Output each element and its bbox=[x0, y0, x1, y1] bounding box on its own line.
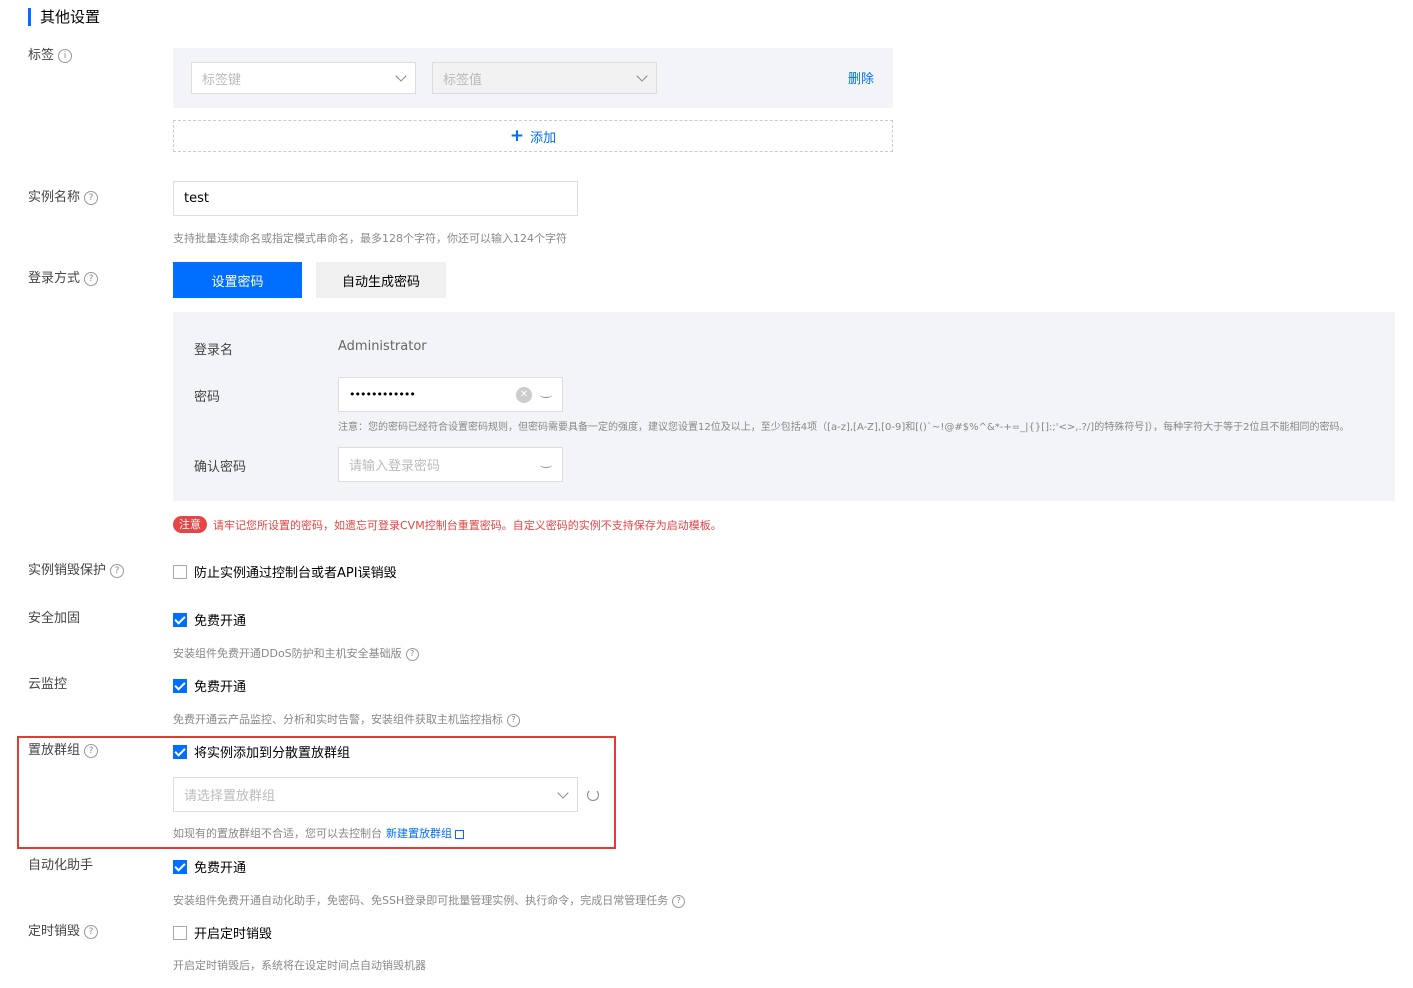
password-rule-hint: 注意：您的密码已经符合设置密码规则，但密码需要具备一定的强度，建议您设置12位及… bbox=[338, 422, 1350, 433]
password-input[interactable]: •••••••••••• ✕ bbox=[338, 377, 563, 412]
instance-name-hint: 支持批量连续命名或指定模式串命名，最多128个字符，你还可以输入124个字符 bbox=[173, 232, 567, 245]
placement-label: 将实例添加到分散置放群组 bbox=[194, 746, 351, 761]
label-scheduled-destroy-text: 定时销毁 bbox=[28, 924, 81, 939]
checkbox-unchecked[interactable] bbox=[173, 925, 187, 940]
password-note: 注意 请牢记您所设置的密码，如遗忘可登录CVM控制台重置密码。自定义密码的实例不… bbox=[173, 516, 722, 533]
username-value: Administrator bbox=[338, 339, 427, 354]
refresh-icon[interactable] bbox=[587, 789, 599, 801]
label-login-method: 登录方式 ? bbox=[28, 270, 99, 288]
username-label: 登录名 bbox=[194, 343, 234, 358]
help-icon[interactable]: ? bbox=[110, 564, 125, 578]
label-tag: 标签 i bbox=[28, 47, 73, 65]
placement-checkbox[interactable]: 将实例添加到分散置放群组 bbox=[173, 742, 350, 761]
tag-key-select[interactable]: 标签键 bbox=[191, 62, 416, 94]
scheduled-destroy-checkbox[interactable]: 开启定时销毁 bbox=[173, 923, 272, 942]
info-icon[interactable]: i bbox=[58, 49, 73, 63]
checkbox-checked[interactable] bbox=[173, 612, 187, 627]
plus-icon: + bbox=[509, 125, 525, 146]
tag-delete-link[interactable]: 删除 bbox=[848, 68, 874, 87]
help-icon[interactable]: ? bbox=[84, 744, 99, 758]
automation-checkbox[interactable]: 免费开通 bbox=[173, 857, 246, 876]
destroy-protection-label: 防止实例通过控制台或者API误销毁 bbox=[194, 566, 397, 581]
help-icon[interactable]: ? bbox=[84, 191, 99, 205]
automation-hint-text: 安装组件免费开通自动化助手，免密码、免SSH登录即可批量管理实例、执行命令，完成… bbox=[173, 894, 669, 907]
checkbox-unchecked[interactable] bbox=[173, 564, 187, 579]
monitor-checkbox[interactable]: 免费开通 bbox=[173, 676, 246, 695]
placement-hint: 如现有的置放群组不合适，您可以去控制台 新建置放群组 bbox=[173, 827, 464, 841]
automation-hint: 安装组件免费开通自动化助手，免密码、免SSH登录即可批量管理实例、执行命令，完成… bbox=[173, 894, 686, 908]
password-value: •••••••••••• bbox=[349, 388, 416, 401]
help-icon[interactable]: ? bbox=[507, 713, 520, 727]
note-badge: 注意 bbox=[173, 516, 207, 533]
label-login-method-text: 登录方式 bbox=[28, 271, 81, 286]
checkbox-checked[interactable] bbox=[173, 744, 187, 759]
label-monitor-text: 云监控 bbox=[28, 677, 68, 692]
tag-value-select[interactable]: 标签值 bbox=[432, 62, 657, 94]
instance-name-input[interactable]: test bbox=[173, 181, 578, 216]
tag-add-label: 添加 bbox=[530, 130, 557, 146]
checkbox-checked[interactable] bbox=[173, 859, 187, 874]
confirm-password-label: 确认密码 bbox=[194, 460, 247, 475]
security-label: 免费开通 bbox=[194, 614, 247, 629]
checkbox-checked[interactable] bbox=[173, 678, 187, 693]
help-icon[interactable]: ? bbox=[405, 647, 419, 661]
label-security: 安全加固 bbox=[28, 610, 80, 628]
help-icon[interactable]: ? bbox=[84, 925, 99, 939]
chevron-down-icon bbox=[557, 786, 569, 799]
label-destroy-protection: 实例销毁保护 ? bbox=[28, 562, 125, 580]
placement-select-placeholder: 请选择置放群组 bbox=[184, 789, 276, 804]
help-icon[interactable]: ? bbox=[84, 272, 99, 286]
label-placement-group-text: 置放群组 bbox=[28, 743, 81, 758]
security-hint: 安装组件免费开通DDoS防护和主机安全基础版 ? bbox=[173, 647, 419, 661]
set-password-button[interactable]: 设置密码 bbox=[173, 262, 302, 298]
label-destroy-protection-text: 实例销毁保护 bbox=[28, 563, 107, 578]
confirm-password-input[interactable]: 请输入登录密码 bbox=[338, 447, 563, 482]
label-automation: 自动化助手 bbox=[28, 857, 93, 875]
monitor-label: 免费开通 bbox=[194, 680, 247, 695]
instance-name-value: test bbox=[184, 191, 209, 206]
security-checkbox[interactable]: 免费开通 bbox=[173, 610, 246, 629]
security-hint-text: 安装组件免费开通DDoS防护和主机安全基础版 bbox=[173, 647, 402, 660]
tag-value-placeholder: 标签值 bbox=[443, 72, 483, 88]
monitor-hint-text: 免费开通云产品监控、分析和实时告警，安装组件获取主机监控指标 bbox=[173, 713, 503, 726]
scheduled-destroy-label: 开启定时销毁 bbox=[194, 927, 273, 942]
external-link-icon[interactable] bbox=[455, 829, 464, 839]
chevron-down-icon bbox=[395, 70, 407, 82]
section-accent-bar bbox=[28, 8, 31, 26]
chevron-down-icon bbox=[636, 70, 648, 82]
tag-key-placeholder: 标签键 bbox=[202, 72, 242, 88]
tag-add-button[interactable]: + 添加 bbox=[173, 120, 893, 152]
label-placement-group: 置放群组 ? bbox=[28, 742, 99, 760]
scheduled-destroy-hint: 开启定时销毁后，系统将在设定时间点自动销毁机器 bbox=[173, 959, 426, 972]
label-automation-text: 自动化助手 bbox=[28, 858, 94, 873]
note-text: 请牢记您所设置的密码，如遗忘可登录CVM控制台重置密码。自定义密码的实例不支持保… bbox=[213, 518, 722, 532]
create-placement-group-link[interactable]: 新建置放群组 bbox=[386, 827, 452, 841]
section-title: 其他设置 bbox=[40, 8, 101, 26]
destroy-protection-checkbox[interactable]: 防止实例通过控制台或者API误销毁 bbox=[173, 562, 397, 581]
eye-closed-icon[interactable] bbox=[540, 392, 552, 398]
label-monitor: 云监控 bbox=[28, 676, 67, 694]
label-security-text: 安全加固 bbox=[28, 611, 81, 626]
clear-icon[interactable]: ✕ bbox=[516, 386, 532, 403]
confirm-password-placeholder: 请输入登录密码 bbox=[349, 459, 441, 474]
label-instance-name-text: 实例名称 bbox=[28, 190, 81, 205]
automation-label: 免费开通 bbox=[194, 861, 247, 876]
auto-password-button[interactable]: 自动生成密码 bbox=[316, 262, 446, 298]
label-instance-name: 实例名称 ? bbox=[28, 189, 99, 207]
label-scheduled-destroy: 定时销毁 ? bbox=[28, 923, 99, 941]
help-icon[interactable]: ? bbox=[672, 894, 686, 908]
eye-closed-icon[interactable] bbox=[540, 462, 552, 468]
placement-group-select[interactable]: 请选择置放群组 bbox=[173, 777, 578, 812]
placement-hint-text: 如现有的置放群组不合适，您可以去控制台 bbox=[173, 827, 382, 840]
monitor-hint: 免费开通云产品监控、分析和实时告警，安装组件获取主机监控指标 ? bbox=[173, 713, 520, 727]
password-label: 密码 bbox=[194, 390, 221, 405]
label-tag-text: 标签 bbox=[28, 48, 55, 63]
